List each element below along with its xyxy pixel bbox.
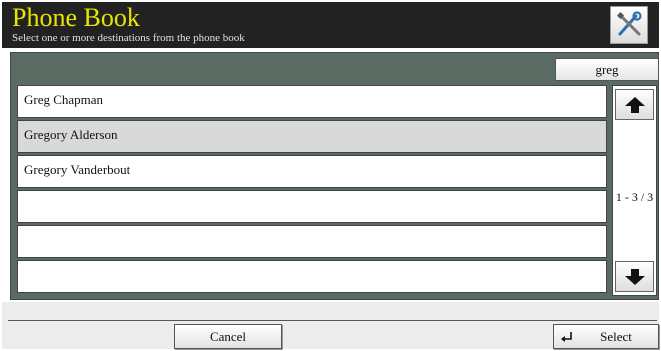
arrow-down-icon [624, 268, 645, 285]
scroll-up-button[interactable] [615, 89, 654, 120]
search-filter-button[interactable]: greg [555, 58, 659, 81]
select-button[interactable]: Select [553, 324, 659, 349]
select-button-label: Select [600, 329, 632, 344]
list-item[interactable]: Greg Chapman [17, 85, 607, 118]
page-indicator: 1 - 3 / 3 [615, 190, 654, 204]
scroll-column: 1 - 3 / 3 [612, 85, 657, 296]
phone-book-screen: Phone Book Select one or more destinatio… [2, 2, 659, 349]
scroll-down-button[interactable] [615, 261, 654, 292]
page-subtitle: Select one or more destinations from the… [12, 32, 245, 44]
list-item[interactable]: Gregory Vanderbout [17, 155, 607, 188]
page-title: Phone Book [12, 3, 140, 32]
list-item-selected[interactable]: Gregory Alderson [17, 120, 607, 153]
cancel-button[interactable]: Cancel [174, 324, 282, 349]
phone-book-panel: greg Greg Chapman Gregory Alderson Grego… [10, 52, 659, 300]
header-bar: Phone Book Select one or more destinatio… [2, 2, 659, 48]
footer-divider [8, 320, 657, 321]
tools-button[interactable] [610, 6, 648, 44]
arrow-up-icon [624, 96, 645, 113]
enter-icon [561, 332, 572, 342]
list-item-empty[interactable] [17, 190, 607, 223]
list-item-empty[interactable] [17, 260, 607, 293]
wrench-screwdriver-icon [616, 11, 642, 36]
cancel-button-label: Cancel [209, 329, 247, 344]
list-item-empty[interactable] [17, 225, 607, 258]
